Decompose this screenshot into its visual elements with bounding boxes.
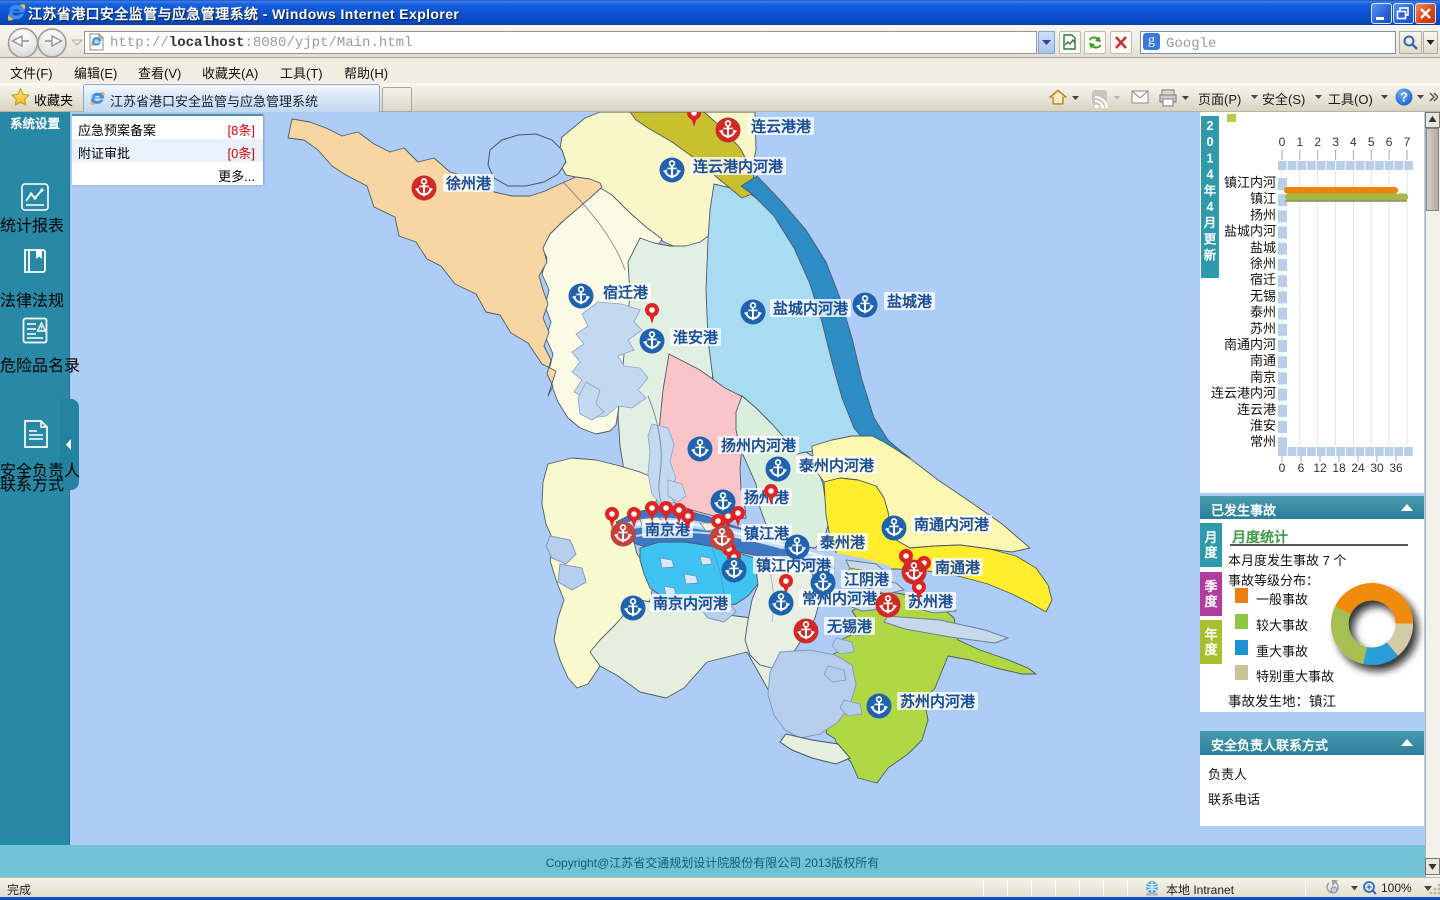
svg-text:宿迁港: 宿迁港 [603,284,649,302]
svg-text:泰州内河港: 泰州内河港 [798,457,875,475]
svg-text:连云港港: 连云港港 [751,118,812,136]
svg-text:南京: 南京 [1250,369,1276,384]
svg-text:2: 2 [1207,119,1214,133]
svg-text:镇江港: 镇江港 [744,525,790,543]
svg-text:镇江: 镇江 [1250,191,1276,206]
svg-text:常州内河港: 常州内河港 [802,590,878,608]
svg-text:24: 24 [1351,461,1365,475]
svg-text:徐州: 徐州 [1250,256,1276,271]
svg-text:0: 0 [1279,135,1286,149]
svg-text:无锡港: 无锡港 [826,618,873,636]
svg-text:南通: 南通 [1250,353,1276,368]
svg-text:6: 6 [1298,461,1305,475]
svg-text:1: 1 [1297,135,1304,149]
svg-text:18: 18 [1332,461,1346,475]
svg-text:宿迁: 宿迁 [1250,272,1276,287]
svg-text:江阴港: 江阴港 [844,571,890,589]
svg-text:镇江内河: 镇江内河 [1224,175,1276,190]
svg-text:徐州港: 徐州港 [445,175,492,193]
svg-text:1: 1 [1207,151,1214,165]
svg-text:7: 7 [1404,135,1411,149]
svg-text:南京港: 南京港 [645,521,691,539]
svg-text:新: 新 [1204,248,1217,263]
svg-text:30: 30 [1370,461,1384,475]
svg-text:连云港内河港: 连云港内河港 [693,158,784,176]
svg-text:5: 5 [1368,135,1375,149]
svg-text:更: 更 [1204,232,1217,246]
svg-text:4: 4 [1207,200,1214,214]
svg-text:12: 12 [1313,461,1327,475]
svg-text:0: 0 [1279,461,1286,475]
svg-text:南通港: 南通港 [935,559,981,577]
svg-text:扬州内河港: 扬州内河港 [721,437,797,455]
svg-text:盐城内河港: 盐城内河港 [773,300,849,318]
svg-text:南通内河港: 南通内河港 [914,516,990,534]
svg-text:?: ? [1400,90,1408,105]
svg-text:2: 2 [1314,135,1321,149]
svg-text:苏州: 苏州 [1250,321,1276,336]
svg-text:0: 0 [1207,135,1214,149]
svg-text:苏州港: 苏州港 [908,593,954,611]
svg-text:南通内河: 南通内河 [1224,337,1276,352]
svg-text:连云港内河: 连云港内河 [1211,386,1276,401]
svg-text:常州: 常州 [1250,434,1276,449]
svg-text:泰州港: 泰州港 [819,534,866,552]
svg-text:月: 月 [1203,216,1217,230]
svg-text:苏州内河港: 苏州内河港 [900,693,976,711]
svg-text:淮安港: 淮安港 [673,329,719,347]
svg-text:淮安: 淮安 [1250,418,1276,433]
svg-text:4: 4 [1350,135,1357,149]
svg-text:4: 4 [1207,168,1214,182]
svg-text:盐城内河: 盐城内河 [1224,224,1276,239]
svg-text:年: 年 [1204,183,1217,198]
svg-text:扬州: 扬州 [1250,207,1276,222]
svg-text:无锡: 无锡 [1250,288,1276,303]
svg-text:泰州: 泰州 [1250,305,1276,320]
svg-text:3: 3 [1332,135,1339,149]
svg-text:南京内河港: 南京内河港 [653,595,729,613]
svg-text:连云港: 连云港 [1237,402,1276,417]
svg-text:6: 6 [1386,135,1393,149]
svg-text:盐城港: 盐城港 [887,293,933,311]
svg-text:36: 36 [1389,461,1403,475]
svg-text:盐城: 盐城 [1250,240,1276,255]
